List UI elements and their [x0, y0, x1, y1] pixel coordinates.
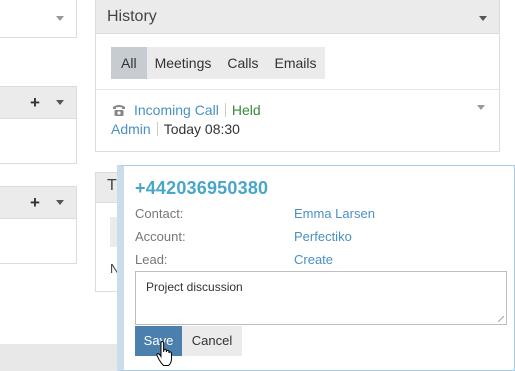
divider [96, 89, 499, 90]
contact-label: Contact: [135, 206, 184, 221]
user-link[interactable]: Admin [111, 121, 151, 137]
timestamp: Today 08:30 [163, 121, 240, 137]
hand-cursor-icon [156, 341, 173, 366]
divider [224, 103, 226, 117]
panel-header: + [0, 87, 76, 119]
contact-link[interactable]: Emma Larsen [294, 206, 375, 221]
caret-down-icon[interactable] [56, 100, 64, 105]
history-tabs: All Meetings Calls Emails [111, 47, 325, 79]
tab-all[interactable]: All [111, 47, 147, 79]
history-panel: History All Meetings Calls Emails Incomi… [95, 0, 500, 152]
left-panel-top [0, 0, 77, 38]
plus-icon[interactable]: + [30, 194, 40, 211]
status-badge: Held [231, 102, 261, 118]
tab-emails[interactable]: Emails [267, 47, 325, 79]
caret-down-icon[interactable] [479, 16, 487, 21]
dropdown-caret-icon[interactable] [56, 16, 64, 21]
footer-strip [0, 344, 118, 371]
left-panel-middle: + [0, 86, 77, 164]
phone-icon [113, 105, 125, 116]
tab-calls[interactable]: Calls [219, 47, 266, 79]
notes-textarea[interactable]: Project discussion [135, 271, 507, 325]
plus-icon[interactable]: + [30, 94, 40, 111]
tab-meetings[interactable]: Meetings [147, 47, 220, 79]
divider [156, 122, 158, 136]
notes-text: Project discussion [146, 280, 243, 294]
history-entry-line1: Incoming Call Held [134, 102, 261, 118]
lead-label: Lead: [135, 252, 168, 267]
create-lead-link[interactable]: Create [294, 252, 333, 267]
left-panel-bottom: + [0, 186, 77, 264]
history-header: History [96, 0, 499, 34]
cancel-button[interactable]: Cancel [182, 326, 242, 356]
account-label: Account: [135, 229, 186, 244]
resize-handle-icon[interactable] [498, 316, 504, 322]
call-type-link[interactable]: Incoming Call [134, 102, 219, 118]
call-popup: +442036950380 Contact: Emma Larsen Accou… [117, 165, 515, 371]
phone-number: +442036950380 [135, 178, 269, 198]
panel-header: + [0, 187, 76, 219]
history-entry-line2: Admin Today 08:30 [111, 121, 240, 137]
account-link[interactable]: Perfectiko [294, 229, 352, 244]
history-title: History [107, 8, 157, 25]
row-menu-caret-icon[interactable] [477, 105, 485, 110]
panel-title-fragment: T [107, 177, 117, 194]
caret-down-icon[interactable] [56, 200, 64, 205]
